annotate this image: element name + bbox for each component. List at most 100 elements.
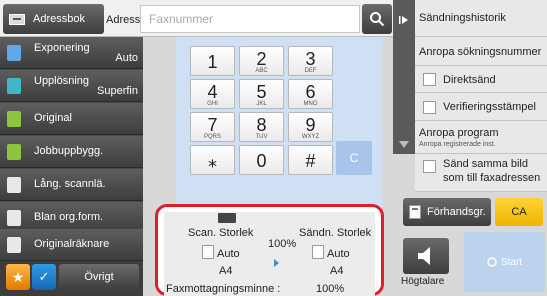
key-9[interactable]: 9 WXYZ: [288, 112, 333, 142]
sidebar-item-label: Exponering: [34, 42, 90, 54]
speaker-label: Högtalare: [401, 276, 445, 287]
search-button[interactable]: [362, 4, 392, 34]
key-8[interactable]: 8 TUV: [239, 112, 284, 142]
key-digit: #: [305, 151, 316, 171]
sidebar-item-label: Upplösning: [34, 75, 90, 87]
key-5[interactable]: 5 JKL: [239, 79, 284, 109]
send-same-image-label: Sänd samma bild: [443, 158, 528, 170]
key-digit: 2: [256, 49, 267, 69]
polling-number-label: Anropa sökningsnummer: [419, 46, 542, 58]
sidebar-item-value: Auto: [115, 52, 138, 64]
address-book-button[interactable]: Adressbok: [3, 4, 104, 34]
sidebar-item-value: Superfin: [97, 85, 138, 97]
sidebar-item-original[interactable]: Original: [0, 103, 143, 135]
start-label: Start: [500, 256, 523, 268]
key-3[interactable]: 3 DEF: [288, 46, 333, 76]
address-tab[interactable]: Adress: [106, 14, 140, 26]
history-label: Sändningshistorik: [419, 12, 506, 24]
key-4[interactable]: 4 GHI: [190, 79, 235, 109]
sidebar-item-long-scan[interactable]: Lång. scannlä.: [0, 169, 143, 201]
key-6[interactable]: 6 MNO: [288, 79, 333, 109]
arrow-right-icon: [274, 259, 279, 267]
other-button[interactable]: Övrigt: [59, 264, 139, 290]
polling-program-item[interactable]: Anropa program Anropa registrerade inst.: [415, 121, 547, 154]
key-digit: 9: [305, 115, 316, 135]
direct-send-checkbox[interactable]: [423, 73, 436, 86]
key-asterisk[interactable]: ⁎: [190, 145, 235, 175]
scan-paper-size: A4: [219, 265, 233, 277]
right-panel-toggle-strip[interactable]: [393, 0, 415, 154]
fax-memory-label: Faxmottagningsminne :: [166, 283, 281, 295]
sidebar-item-label: Blan org.form.: [34, 211, 104, 223]
send-same-image-label-2: som till faxadressen: [443, 172, 541, 184]
key-digit: 3: [305, 49, 316, 69]
key-2[interactable]: 2 ABC: [239, 46, 284, 76]
sidebar-item-job-build[interactable]: Jobbuppbygg.: [0, 136, 143, 168]
polling-number-item[interactable]: Anropa sökningsnummer: [415, 37, 547, 66]
key-digit: 5: [256, 82, 267, 102]
preview-label: Förhandsgr.: [427, 206, 486, 218]
send-same-image-item[interactable]: Sänd samma bild som till faxadressen: [415, 154, 547, 192]
key-0[interactable]: 0: [239, 145, 284, 175]
key-digit: 4: [207, 82, 218, 102]
sidebar-item-label: Original: [34, 112, 72, 124]
confirm-settings-button[interactable]: ✓: [32, 264, 56, 290]
checkmark-icon: ✓: [38, 269, 50, 284]
key-letters: ABC: [255, 68, 268, 74]
key-digit: 1: [207, 52, 218, 72]
fax-memory-value: 100%: [316, 283, 345, 295]
preview-button[interactable]: Förhandsgr.: [403, 198, 491, 226]
key-digit: 8: [256, 115, 267, 135]
key-letters: WXYZ: [301, 134, 320, 140]
clear-key[interactable]: C: [336, 141, 372, 175]
scale-ratio: 100%: [268, 238, 297, 250]
polling-program-label: Anropa program: [419, 127, 499, 139]
sidebar-item-exposure[interactable]: Exponering Auto: [0, 37, 143, 69]
direct-send-label: Direktsänd: [443, 74, 496, 86]
direct-send-item[interactable]: Direktsänd: [415, 66, 547, 93]
key-hash[interactable]: #: [288, 145, 333, 175]
sidebar-item-original-counter[interactable]: Originalräknare: [0, 229, 143, 261]
address-book-icon: [9, 13, 25, 25]
send-same-image-checkbox[interactable]: [423, 160, 436, 173]
key-digit: 7: [207, 115, 218, 135]
scan-size-value: Auto: [217, 248, 240, 260]
start-icon: [487, 257, 497, 267]
ca-button[interactable]: CA: [495, 198, 543, 226]
key-letters: DEF: [304, 68, 317, 74]
resolution-icon: [7, 78, 21, 94]
speaker-icon: [418, 247, 430, 265]
sidebar-item-label: Originalräknare: [34, 238, 110, 250]
start-button[interactable]: Start: [464, 232, 545, 292]
verification-stamp-checkbox[interactable]: [423, 101, 436, 114]
job-build-icon: [7, 144, 21, 160]
mixed-original-icon: [7, 210, 21, 226]
long-scan-icon: [7, 177, 21, 193]
original-counter-icon: [7, 237, 21, 253]
key-digit: 0: [256, 151, 267, 171]
exposure-icon: [7, 45, 21, 61]
sidebar-item-resolution[interactable]: Upplösning Superfin: [0, 70, 143, 102]
address-book-label: Adressbok: [33, 13, 85, 25]
fax-number-input[interactable]: Faxnummer: [140, 5, 360, 33]
scroll-down-icon[interactable]: [399, 141, 409, 149]
sidebar-item-label: Lång. scannlä.: [34, 178, 106, 190]
scanner-icon: [218, 213, 236, 223]
key-1[interactable]: 1: [190, 46, 235, 76]
send-size-value: Auto: [327, 248, 350, 260]
document-icon: [312, 245, 324, 259]
favorites-button[interactable]: ★: [6, 264, 30, 290]
preview-icon: [409, 205, 421, 219]
scan-size-label: Scan. Storlek: [188, 227, 254, 239]
search-icon: [370, 12, 385, 27]
key-7[interactable]: 7 PQRS: [190, 112, 235, 142]
speaker-button[interactable]: [403, 238, 449, 274]
key-letters: TUV: [255, 134, 268, 140]
history-item[interactable]: Sändningshistorik: [415, 0, 547, 37]
key-letters: MNO: [303, 101, 318, 107]
polling-program-sublabel: Anropa registrerade inst.: [419, 141, 496, 148]
send-paper-size: A4: [330, 265, 344, 277]
original-icon: [7, 111, 21, 127]
document-icon: [202, 245, 214, 259]
verification-stamp-item[interactable]: Verifieringsstämpel: [415, 93, 547, 121]
